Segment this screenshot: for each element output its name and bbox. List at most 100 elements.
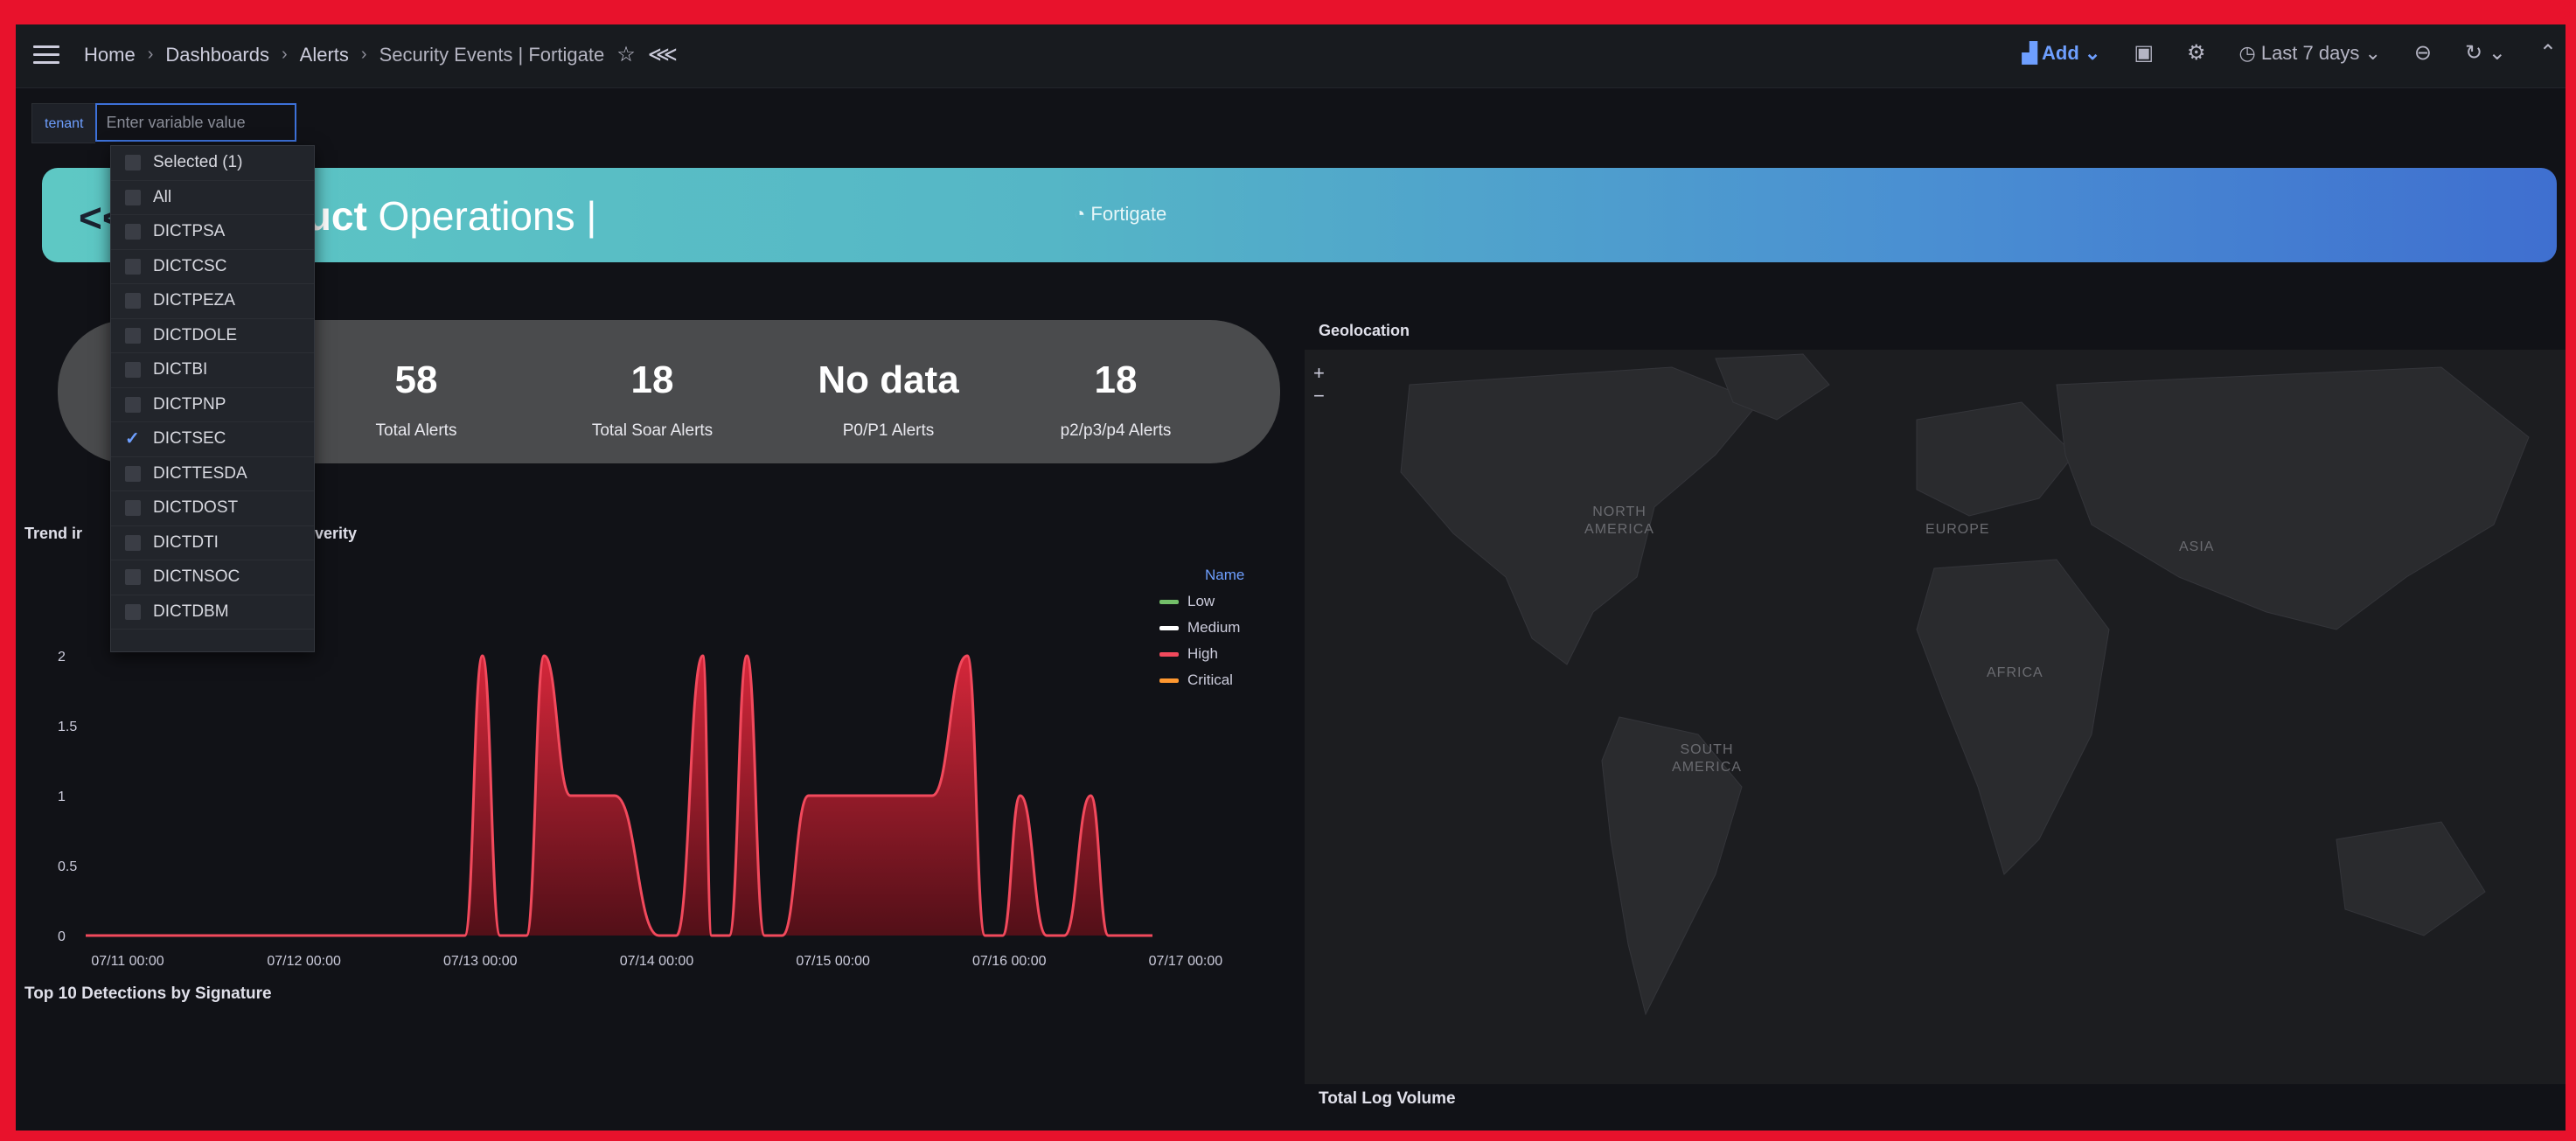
x-tick-label: 07/16 00:00 — [972, 954, 1047, 969]
time-picker[interactable]: ◷ Last 7 days ⌄ — [2239, 42, 2381, 65]
log-volume-panel-title: Total Log Volume — [1319, 1089, 1456, 1108]
legend-swatch — [1159, 599, 1179, 604]
dropdown-option-dictdti[interactable]: DICTDTI — [111, 526, 314, 560]
legend-swatch — [1159, 651, 1179, 657]
menu-icon[interactable] — [33, 45, 59, 65]
checkbox[interactable] — [125, 500, 141, 517]
series-area-high — [86, 656, 1152, 936]
chart-series — [86, 654, 1152, 937]
stat-total-soar-alerts: 18 Total Soar Alerts — [539, 358, 766, 441]
dropdown-option-dictdost[interactable]: DICTDOST — [111, 491, 314, 526]
stat-p2p3p4-alerts: 18 p2/p3/p4 Alerts — [1002, 358, 1229, 441]
breadcrumb-alerts[interactable]: Alerts — [300, 44, 349, 66]
banner-title: luct Operations | — [296, 192, 596, 240]
refresh-icon[interactable]: ↻ ⌄ — [2465, 40, 2506, 66]
checkbox[interactable] — [125, 293, 141, 310]
dropdown-option-label: DICTSEC — [153, 429, 226, 449]
checkbox[interactable] — [125, 465, 141, 482]
australia-shape — [2336, 821, 2486, 936]
map-label-africa: AFRICA — [1987, 665, 2043, 680]
legend-label: Medium — [1187, 619, 1241, 636]
legend-item-critical[interactable]: Critical — [1159, 671, 1244, 689]
stat-value: No data — [818, 358, 959, 401]
x-tick-label: 07/14 00:00 — [620, 954, 694, 969]
gear-icon[interactable]: ⚙ — [2187, 40, 2206, 66]
breadcrumb-dashboards[interactable]: Dashboards — [165, 44, 269, 66]
dropdown-option-label: DICTDOLE — [153, 325, 238, 344]
x-tick-label: 07/13 00:00 — [443, 954, 518, 969]
legend-header[interactable]: Name — [1205, 567, 1244, 584]
africa-shape — [1916, 559, 2110, 875]
legend-label: Low — [1187, 593, 1215, 609]
dropdown-option-dictpsa[interactable]: DICTPSA — [111, 215, 314, 250]
checkbox[interactable] — [125, 396, 141, 413]
map-label-north-america: NORTH AMERICA — [1584, 504, 1654, 537]
dropdown-option-label: DICTPSA — [153, 222, 226, 241]
dropdown-option-all[interactable]: All — [111, 181, 314, 215]
dropdown-option-dicttesda[interactable]: DICTTESDA — [111, 457, 314, 491]
y-tick-label: 1 — [58, 790, 66, 804]
dropdown-selected-toggle[interactable]: Selected (1) — [111, 146, 314, 181]
legend-item-high[interactable]: High — [1159, 645, 1244, 663]
checkbox[interactable] — [125, 603, 141, 620]
stat-total-alerts: 58 Total Alerts — [303, 358, 530, 441]
variable-input[interactable] — [95, 103, 297, 142]
checkmark-icon[interactable]: ✓ — [125, 430, 141, 448]
stat-value: 58 — [394, 358, 438, 401]
dropdown-option-dictsec[interactable]: ✓ DICTSEC — [111, 422, 314, 457]
add-panel-icon: ▟ — [2022, 41, 2042, 64]
dropdown-option-label: DICTPEZA — [153, 291, 235, 310]
x-tick-label: 07/15 00:00 — [796, 954, 870, 969]
zoom-out-icon[interactable]: ⊖ — [2414, 40, 2432, 66]
stat-label: Total Alerts — [375, 421, 457, 440]
map-label-asia: ASIA — [2179, 539, 2215, 554]
dropdown-options: DICTPSA DICTCSC DICTPEZA DICTDOLE DICTBI DICT… — [111, 215, 314, 630]
add-label: Add — [2042, 41, 2079, 64]
legend-swatch — [1159, 625, 1179, 630]
checkbox[interactable] — [125, 258, 141, 275]
dropdown-option-dictbi[interactable]: DICTBI — [111, 353, 314, 388]
x-tick-label: 07/17 00:00 — [1149, 954, 1223, 969]
zoom-in-icon[interactable]: + — [1313, 362, 1325, 385]
share-icon[interactable]: ⋘ — [648, 42, 678, 67]
geolocation-map[interactable]: + − NORTH AMERICA EUROPE ASIA AFRICA SOUT… — [1305, 350, 2566, 1084]
checkbox[interactable] — [125, 327, 141, 344]
save-icon[interactable]: ▣ — [2134, 40, 2154, 66]
checkbox[interactable] — [125, 189, 141, 205]
checkbox[interactable] — [125, 362, 141, 379]
geo-panel-title: Geolocation — [1319, 322, 1410, 339]
dropdown-option-dictnsoc[interactable]: DICTNSOC — [111, 560, 314, 595]
header-banner: << luct Operations | ◔ Fortigate — [42, 168, 2557, 262]
breadcrumb-home[interactable]: Home — [84, 44, 136, 66]
y-tick-label: 2 — [58, 650, 66, 664]
legend-label: Critical — [1187, 671, 1233, 688]
stat-label: p2/p3/p4 Alerts — [1060, 421, 1172, 440]
breadcrumb: Home › Dashboards › Alerts › Security Ev… — [84, 42, 678, 67]
trend-panel-title: Trend ir — [24, 525, 83, 542]
checkbox[interactable] — [125, 224, 141, 240]
dropdown-option-label: DICTDBM — [153, 602, 229, 621]
dropdown-option-dictpeza[interactable]: DICTPEZA — [111, 284, 314, 319]
checkbox[interactable] — [125, 569, 141, 586]
checkbox[interactable] — [125, 534, 141, 551]
star-icon[interactable]: ☆ — [616, 42, 636, 67]
dropdown-option-label: DICTTESDA — [153, 463, 247, 483]
dropdown-option-dictdole[interactable]: DICTDOLE — [111, 319, 314, 353]
stat-p0p1-alerts: No data P0/P1 Alerts — [775, 358, 1002, 441]
checkbox[interactable] — [125, 155, 141, 171]
dropdown-option-dictpnp[interactable]: DICTPNP — [111, 388, 314, 422]
world-map-shapes — [1400, 353, 2530, 1016]
dropdown-option-dictcsc[interactable]: DICTCSC — [111, 250, 314, 284]
variable-dropdown: Selected (1) All DICTPSA DICTCSC DICTPEZA D… — [110, 145, 315, 652]
y-tick-label: 1.5 — [58, 720, 77, 734]
variable-label: tenant — [31, 103, 96, 143]
legend-item-medium[interactable]: Medium — [1159, 619, 1244, 637]
collapse-icon[interactable]: ⌃ — [2539, 40, 2557, 66]
add-button[interactable]: ▟ Add ⌄ — [2023, 42, 2101, 65]
zoom-out-map-icon[interactable]: − — [1313, 385, 1325, 407]
dropdown-option-dictdbm[interactable]: DICTDBM — [111, 595, 314, 630]
variable-bar: tenant — [31, 103, 297, 143]
dropdown-all-label: All — [153, 187, 172, 206]
legend-item-low[interactable]: Low — [1159, 593, 1244, 610]
banner-subtitle-text: Fortigate — [1090, 203, 1167, 225]
